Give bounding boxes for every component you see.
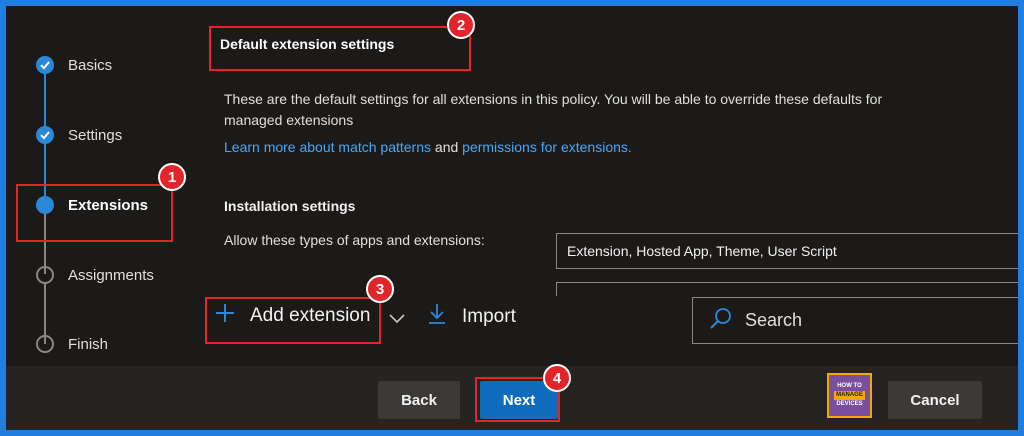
- import-label: Import: [462, 306, 516, 327]
- callout-badge: 1: [158, 163, 186, 191]
- callout-box-add-extension: [205, 297, 381, 344]
- wizard-step-label: Basics: [68, 56, 113, 74]
- search-placeholder: Search: [745, 310, 803, 330]
- callout-box-default-settings: [209, 26, 471, 71]
- step-connector: [44, 74, 46, 134]
- import-button[interactable]: Import: [426, 302, 516, 332]
- allow-types-value: Extension, Hosted App, Theme, User Scrip…: [567, 243, 837, 259]
- permissions-link[interactable]: permissions for extensions.: [462, 139, 632, 155]
- allow-types-label: Allow these types of apps and extensions…: [224, 232, 485, 248]
- logo-text: DEVICES: [836, 401, 863, 407]
- wizard-step-label: Settings: [68, 126, 123, 144]
- match-patterns-link[interactable]: Learn more about match patterns: [224, 139, 431, 155]
- wizard-step-label: Assignments: [68, 266, 154, 284]
- pending-step-circle-icon: [36, 266, 54, 284]
- callout-badge: 2: [447, 11, 475, 39]
- logo-text: HOW TO: [837, 383, 862, 389]
- add-extension-menu-toggle[interactable]: [388, 309, 406, 331]
- description-text: These are the default settings for all e…: [224, 91, 883, 107]
- checkmark-icon: [36, 56, 54, 74]
- cancel-button[interactable]: Cancel: [888, 381, 982, 419]
- and-text: and: [434, 139, 459, 155]
- search-input[interactable]: Search: [692, 297, 1018, 344]
- wizard-step-label: Finish: [68, 335, 109, 353]
- callout-badge: 3: [366, 275, 394, 303]
- allow-types-dropdown[interactable]: Extension, Hosted App, Theme, User Scrip…: [556, 233, 1018, 269]
- wizard-step-basics[interactable]: Basics: [36, 56, 112, 74]
- next-setting-dropdown[interactable]: [556, 282, 1018, 296]
- callout-badge: 4: [543, 364, 571, 392]
- wizard-step-finish[interactable]: Finish: [36, 335, 108, 353]
- description-text: managed extensions: [224, 112, 354, 128]
- links-row: Learn more about match patterns and perm…: [224, 139, 632, 155]
- checkmark-icon: [36, 126, 54, 144]
- pending-step-circle-icon: [36, 335, 54, 353]
- installation-settings-heading: Installation settings: [224, 198, 356, 214]
- download-icon: [426, 302, 448, 332]
- callout-box-extensions: [16, 184, 173, 242]
- wizard-step-assignments[interactable]: Assignments: [36, 266, 154, 284]
- chevron-down-icon: [388, 309, 406, 331]
- search-icon: [709, 306, 733, 335]
- back-button[interactable]: Back: [378, 381, 460, 419]
- wizard-step-settings[interactable]: Settings: [36, 126, 122, 144]
- how-to-manage-devices-logo: HOW TO MANAGE DEVICES: [827, 373, 872, 418]
- logo-text: MANAGE: [834, 391, 865, 400]
